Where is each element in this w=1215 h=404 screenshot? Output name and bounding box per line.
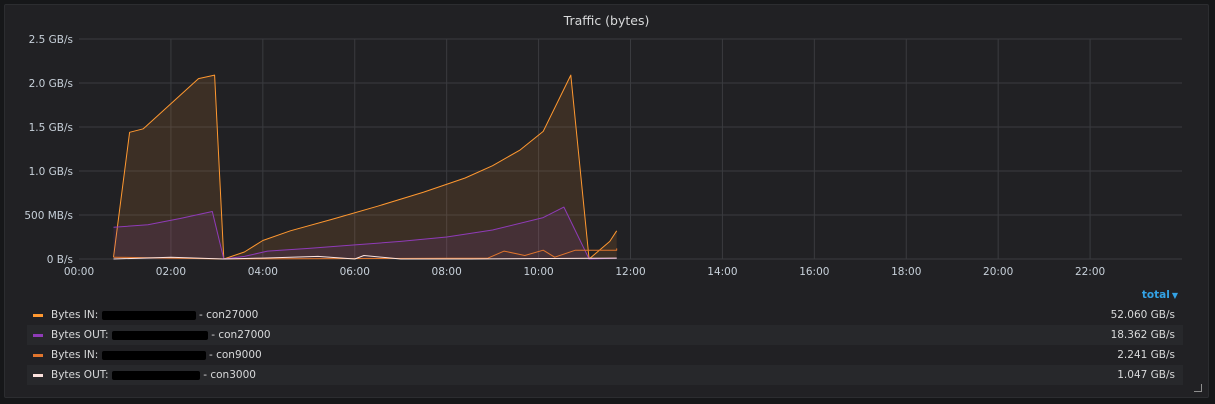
legend-series-name[interactable]: Bytes OUT: - con3000 [51, 365, 256, 385]
caret-down-icon: ▼ [1171, 291, 1178, 300]
legend-series-total: 2.241 GB/s [1117, 349, 1175, 361]
x-tick-label: 14:00 [707, 266, 737, 278]
x-tick-label: 02:00 [156, 266, 186, 278]
x-tick-label: 06:00 [340, 266, 370, 278]
legend: Bytes IN: - con27000 52.060 GB/s Bytes O… [27, 305, 1183, 385]
x-tick-label: 04:00 [248, 266, 278, 278]
legend-item[interactable]: Bytes OUT: - con27000 18.362 GB/s [27, 325, 1183, 345]
redacted-host [111, 370, 200, 380]
y-tick-label: 1.5 GB/s [29, 122, 73, 134]
series-color-swatch[interactable] [33, 374, 43, 377]
legend-series-name[interactable]: Bytes IN: - con27000 [51, 305, 258, 325]
legend-series-total: 52.060 GB/s [1110, 309, 1175, 321]
legend-header-label: total [1141, 289, 1170, 301]
legend-item[interactable]: Bytes IN: - con9000 2.241 GB/s [27, 345, 1183, 365]
series-color-swatch[interactable] [33, 354, 43, 357]
redacted-host [101, 310, 196, 320]
y-tick-label: 500 MB/s [24, 210, 73, 222]
x-tick-label: 18:00 [891, 266, 921, 278]
panel-resize-handle[interactable] [1194, 384, 1202, 392]
legend-series-total: 1.047 GB/s [1117, 369, 1175, 381]
graph-panel: Traffic (bytes) 0 B/s 500 MB/s 1.0 GB/s 1.5… [4, 4, 1209, 398]
legend-item[interactable]: Bytes OUT: - con3000 1.047 GB/s [27, 365, 1183, 385]
y-tick-label: 2.5 GB/s [29, 34, 73, 46]
traffic-chart[interactable]: 0 B/s 500 MB/s 1.0 GB/s 1.5 GB/s 2.0 GB/s 2.5… [5, 5, 1208, 295]
x-tick-label: 12:00 [615, 266, 645, 278]
legend-item[interactable]: Bytes IN: - con27000 52.060 GB/s [27, 305, 1183, 325]
y-tick-label: 0 B/s [47, 254, 73, 266]
series-color-swatch[interactable] [33, 334, 43, 337]
y-tick-label: 1.0 GB/s [29, 166, 73, 178]
series-color-swatch[interactable] [33, 314, 43, 317]
x-tick-label: 10:00 [523, 266, 553, 278]
redacted-host [101, 350, 206, 360]
legend-series-total: 18.362 GB/s [1110, 329, 1175, 341]
legend-series-name[interactable]: Bytes OUT: - con27000 [51, 325, 271, 345]
legend-series-name[interactable]: Bytes IN: - con9000 [51, 345, 262, 365]
x-tick-label: 22:00 [1075, 266, 1105, 278]
x-tick-label: 08:00 [432, 266, 462, 278]
x-tick-label: 00:00 [64, 266, 94, 278]
legend-sort-total[interactable]: total ▼ [1142, 289, 1178, 301]
redacted-host [111, 330, 208, 340]
x-tick-label: 20:00 [983, 266, 1013, 278]
x-tick-label: 16:00 [799, 266, 829, 278]
y-tick-label: 2.0 GB/s [29, 78, 73, 90]
